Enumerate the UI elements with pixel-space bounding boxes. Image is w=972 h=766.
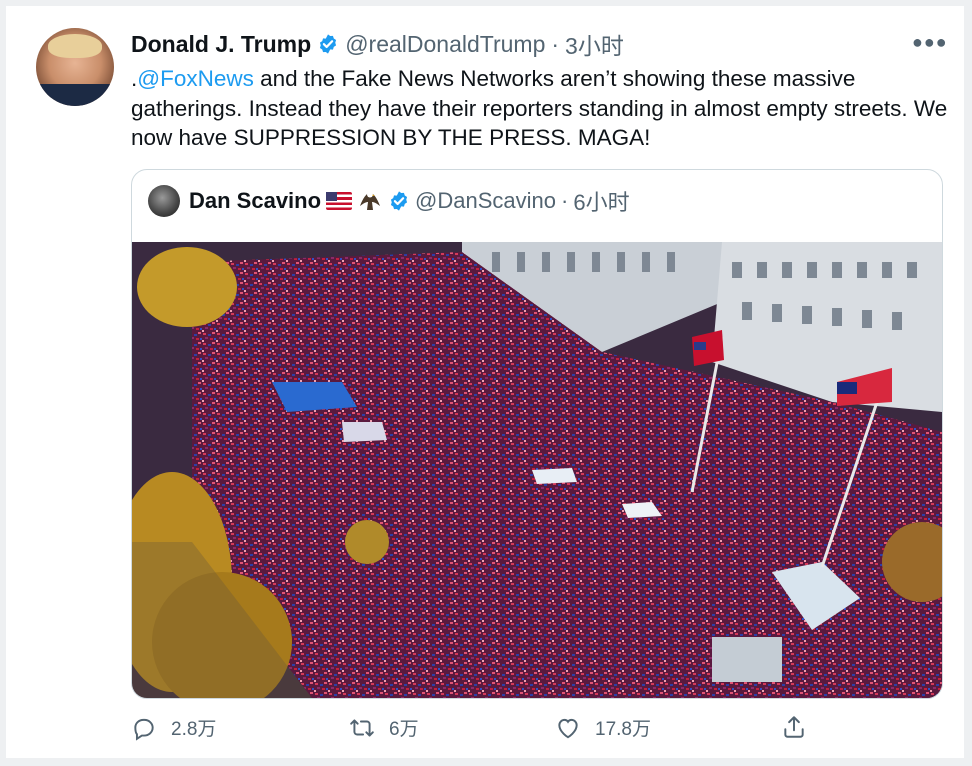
tweet-header: Donald J. Trump @realDonaldTrump · 3小时: [131, 28, 624, 60]
avatar-suit: [36, 84, 114, 106]
like-count: 17.8万: [595, 719, 651, 740]
quoted-verified-badge-icon: [390, 191, 408, 211]
heart-icon: [558, 718, 578, 738]
mention-link[interactable]: @FoxNews: [137, 66, 254, 91]
reply-count: 2.8万: [171, 719, 217, 740]
tweet-body: and the Fake News Networks aren’t showin…: [131, 66, 948, 150]
aerial-crowd-rally-photo[interactable]: [132, 242, 942, 698]
us-flag-emoji: [326, 192, 353, 210]
verified-badge-icon: [320, 34, 337, 54]
quoted-author-handle: @DanScavino: [415, 188, 557, 213]
tweet-text: .@FoxNews and the Fake News Networks are…: [131, 64, 951, 153]
header-separator: ·: [551, 30, 560, 57]
quoted-tweet-header: Dan Scavino @DanScavino · 6小时: [148, 185, 630, 217]
tweet-actions: 2.8万 6万 17.8万: [131, 714, 831, 748]
tweet-timestamp[interactable]: 3小时: [565, 27, 624, 61]
quoted-author-name: Dan Scavino: [189, 188, 322, 213]
tweet-card: Donald J. Trump @realDonaldTrump · 3小时 ●…: [6, 6, 964, 758]
author-handle[interactable]: @realDonaldTrump: [345, 31, 545, 58]
quoted-timestamp: 6小时: [573, 190, 630, 215]
author-name[interactable]: Donald J. Trump: [131, 31, 311, 58]
retweet-action[interactable]: 6万: [349, 714, 419, 741]
retweet-icon: [350, 718, 374, 737]
quoted-header-separator: ·: [561, 188, 569, 213]
author-avatar[interactable]: [36, 28, 114, 106]
like-action[interactable]: 17.8万: [555, 714, 651, 741]
reply-action[interactable]: 2.8万: [131, 714, 216, 741]
share-icon: [784, 716, 804, 738]
more-options-icon[interactable]: ●●●: [912, 32, 948, 53]
eagle-emoji: [360, 191, 381, 210]
share-action[interactable]: [781, 714, 807, 740]
quoted-tweet[interactable]: Dan Scavino @DanScavino · 6小时: [131, 169, 943, 699]
avatar-hair: [48, 34, 102, 58]
quoted-author-avatar: [148, 185, 180, 217]
retweet-count: 6万: [389, 719, 419, 740]
reply-icon: [134, 718, 154, 741]
